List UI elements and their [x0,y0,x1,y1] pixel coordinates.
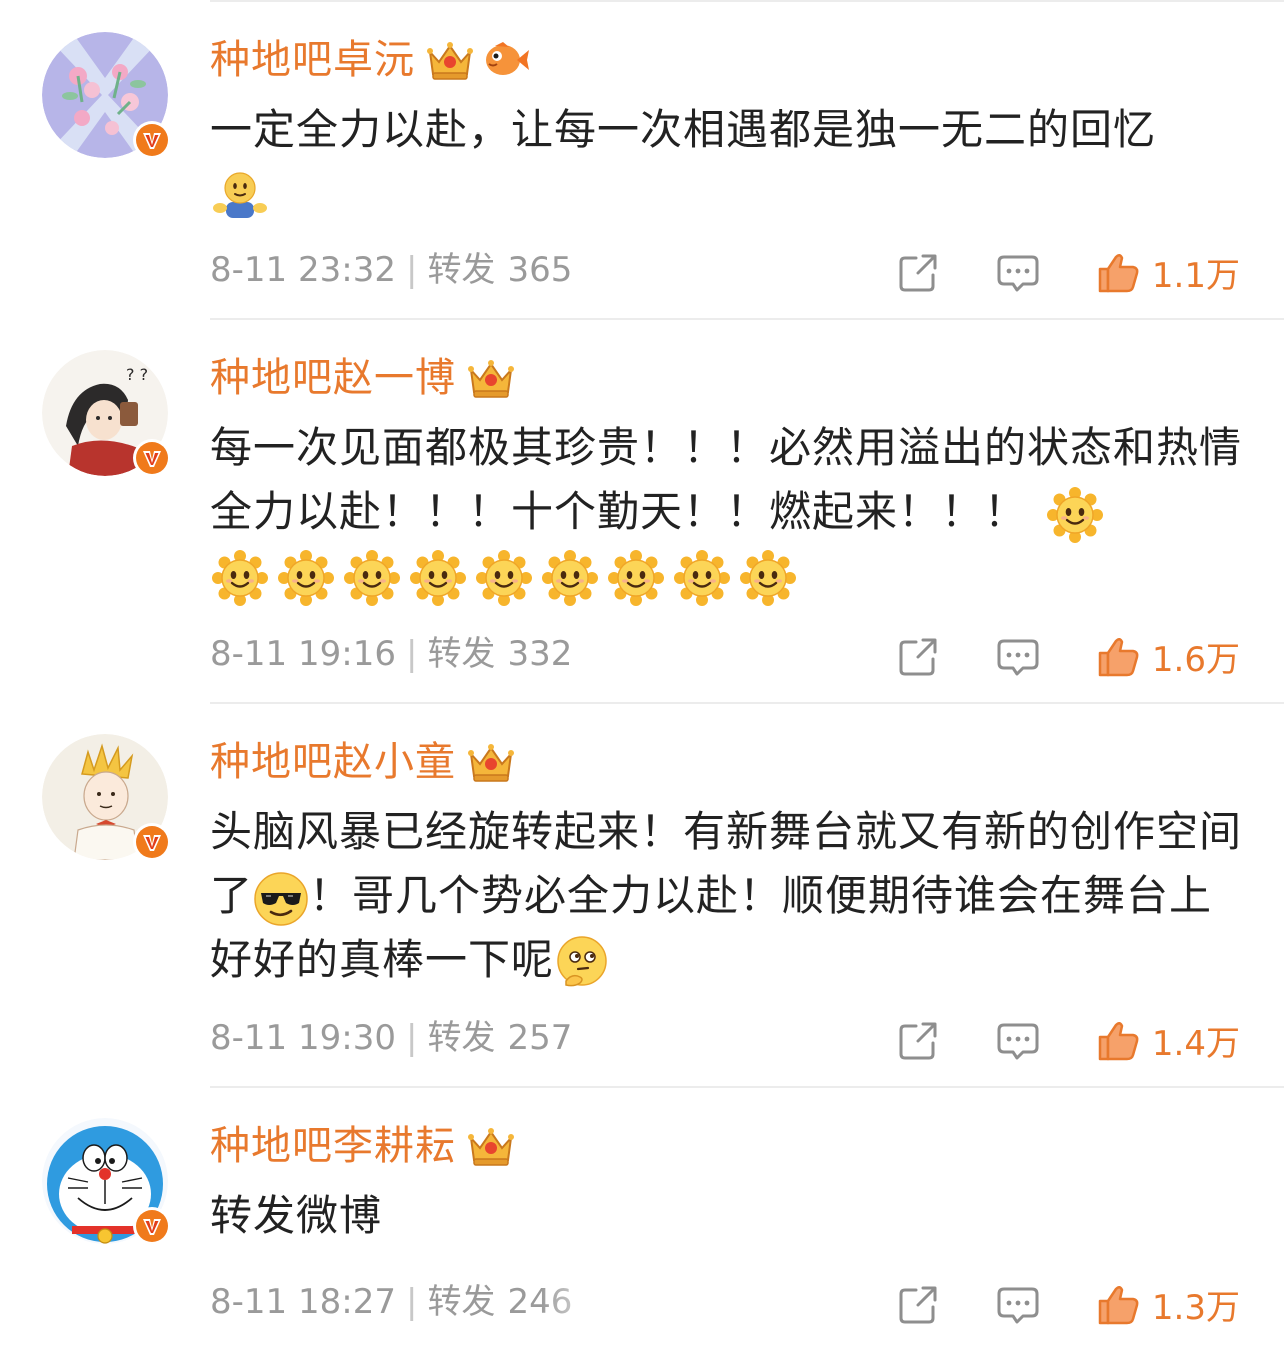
emoji-row [212,168,268,224]
repost-label: 转发 [427,634,496,674]
crown-badge-icon [425,38,475,82]
like-button[interactable]: 1.1万 [1096,248,1240,297]
comment-meta: 8-11 18:27 | 转发 246 [210,1280,572,1324]
share-icon[interactable] [896,635,940,679]
share-icon[interactable] [896,1283,940,1327]
sun-emoji [476,550,532,606]
comment-text: 转发微博 [210,1184,1250,1248]
username-text[interactable]: 种地吧李耕耘 [210,1122,456,1170]
comment-icon[interactable] [996,635,1040,679]
repost-count: 365 [507,250,573,290]
comment-text-body: 转发微博 [210,1191,383,1240]
hug-emoji [212,168,268,224]
avatar[interactable]: ? ? [42,350,168,476]
comment-text-body: 一定全力以赴，让每一次相遇都是独一无二的回忆 [210,105,1157,154]
like-button[interactable]: 1.6万 [1096,632,1240,681]
avatar[interactable] [42,1118,168,1244]
comment-divider [210,702,1284,704]
verified-badge-icon [132,822,172,862]
sun-emoji [1047,487,1103,543]
comment-time: 8-11 18:27 [210,1282,396,1322]
like-button[interactable]: 1.3万 [1096,1280,1240,1329]
meta-separator: | [405,1282,418,1322]
comment-icon[interactable] [996,251,1040,295]
sun-emoji [608,550,664,606]
sun-emoji [344,550,400,606]
meta-separator: | [405,250,418,290]
comment-meta: 8-11 19:30 | 转发 257 [210,1016,572,1060]
comment-icon[interactable] [996,1283,1040,1327]
repost-count: 257 [507,1018,573,1058]
comment-time: 8-11 19:30 [210,1018,396,1058]
username[interactable]: 种地吧卓沅 [210,36,531,84]
repost-label: 转发 [427,1282,496,1322]
comment-text: 一定全力以赴，让每一次相遇都是独一无二的回忆 [210,98,1250,162]
comment-time: 8-11 19:16 [210,634,396,674]
like-button[interactable]: 1.4万 [1096,1016,1240,1065]
meta-separator: | [405,1018,418,1058]
username-text[interactable]: 种地吧赵一博 [210,354,456,402]
crown-badge-icon [466,1124,516,1168]
comment-actions: 1.1万 [896,248,1240,297]
thumbs-up-icon [1096,251,1140,295]
fish-badge-icon [481,38,531,82]
comment-text-body: ！哥几个势必全力以赴！顺便期待谁会在舞台上好好的真棒一下呢 [210,871,1213,984]
avatar[interactable] [42,32,168,158]
comment-meta: 8-11 19:16 | 转发 332 [210,632,572,676]
crown-badge-icon [466,740,516,784]
username-text[interactable]: 种地吧赵小童 [210,738,456,786]
like-count: 1.3万 [1151,1288,1240,1328]
repost-count: 332 [507,634,573,674]
share-icon[interactable] [896,1019,940,1063]
verified-badge-icon [132,438,172,478]
thumbs-up-icon [1096,635,1140,679]
comment-divider [210,318,1284,320]
sun-emoji [740,550,796,606]
share-icon[interactable] [896,251,940,295]
thumbs-up-icon [1096,1283,1140,1327]
username[interactable]: 种地吧赵一博 [210,354,516,402]
comment-actions: 1.4万 [896,1016,1240,1065]
crown-badge-icon [466,356,516,400]
top-divider [210,0,1284,2]
repost-label: 转发 [427,250,496,290]
like-count: 1.1万 [1151,256,1240,296]
username-text[interactable]: 种地吧卓沅 [210,36,415,84]
comment-time: 8-11 23:32 [210,250,396,290]
emoji-row [212,550,796,606]
repost-label: 转发 [427,1018,496,1058]
comment-text: 头脑风暴已经旋转起来！有新舞台就又有新的创作空间了 ！哥几个势必全力以赴！顺便期待… [210,800,1250,992]
thinking-emoji [554,935,610,991]
username[interactable]: 种地吧赵小童 [210,738,516,786]
verified-badge-icon [132,1206,172,1246]
sun-emoji [278,550,334,606]
comment-divider [210,1086,1284,1088]
sun-emoji [410,550,466,606]
comment-actions: 1.3万 [896,1280,1240,1329]
svg-text:? ?: ? ? [126,365,148,384]
sun-emoji [542,550,598,606]
avatar[interactable] [42,734,168,860]
verified-badge-icon [132,120,172,160]
sunglasses-emoji [253,871,309,927]
meta-separator: | [405,634,418,674]
comment-actions: 1.6万 [896,632,1240,681]
thumbs-up-icon [1096,1019,1140,1063]
watermark-fade [540,1278,760,1328]
comment-icon[interactable] [996,1019,1040,1063]
like-count: 1.6万 [1151,640,1240,680]
sun-emoji [212,550,268,606]
comment-text: 每一次见面都极其珍贵！！！必然用溢出的状态和热情全力以赴！！！十个勤天！！燃起来… [210,416,1250,544]
sun-emoji [674,550,730,606]
comment-meta: 8-11 23:32 | 转发 365 [210,248,572,292]
like-count: 1.4万 [1151,1024,1240,1064]
username[interactable]: 种地吧李耕耘 [210,1122,516,1170]
